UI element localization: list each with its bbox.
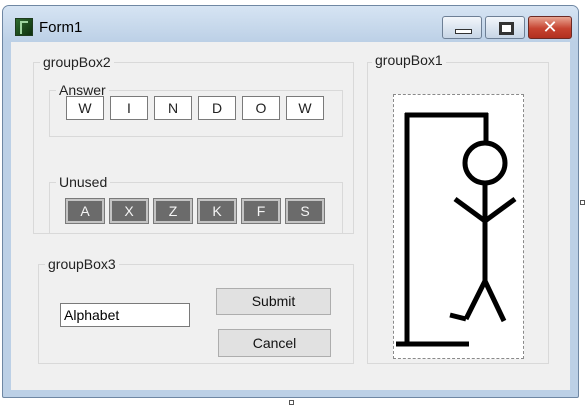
resize-handle-bottom[interactable] [289, 400, 294, 405]
unused-letter: S [285, 198, 325, 224]
window-title: Form1 [39, 19, 83, 36]
minimize-button[interactable] [442, 16, 482, 39]
cancel-button[interactable]: Cancel [218, 329, 331, 357]
groupbox1-title: groupBox1 [372, 52, 446, 68]
maximize-icon [499, 22, 514, 35]
unused-letter: F [241, 198, 281, 224]
hangman-left-foot [449, 312, 467, 322]
groupbox2-title: groupBox2 [40, 54, 114, 70]
answer-letter: O [242, 96, 280, 120]
unused-letter: A [65, 198, 105, 224]
hangman-left-arm [453, 196, 487, 224]
close-button[interactable]: ✕ [528, 16, 572, 39]
answer-letter: N [154, 96, 192, 120]
groupbox3: groupBox3 Submit Cancel [38, 256, 354, 364]
answer-group: Answer W I N D O W [49, 82, 343, 137]
unused-group-title: Unused [56, 174, 111, 190]
answer-letter: D [198, 96, 236, 120]
app-icon[interactable] [15, 18, 33, 36]
answer-letter: W [66, 96, 104, 120]
minimize-icon [455, 29, 472, 34]
hangman-right-leg [482, 279, 507, 323]
hangman-head [462, 140, 508, 186]
hangman-left-leg [463, 279, 488, 321]
unused-letter: K [197, 198, 237, 224]
groupbox2: groupBox2 Answer W I N D O W Unused A X … [33, 54, 354, 234]
maximize-button[interactable] [485, 16, 525, 39]
hangman-picturebox[interactable] [393, 94, 524, 359]
hangman-right-arm [483, 196, 517, 224]
groupbox1: groupBox1 [367, 52, 549, 364]
guess-input[interactable] [60, 303, 190, 327]
groupbox3-title: groupBox3 [45, 256, 119, 272]
hangman-drawing [396, 112, 517, 347]
unused-group: Unused A X Z K F S [49, 174, 343, 234]
answer-letter: W [286, 96, 324, 120]
close-icon: ✕ [542, 17, 558, 38]
form-client-area: groupBox2 Answer W I N D O W Unused A X … [11, 42, 570, 390]
resize-handle-right[interactable] [580, 200, 585, 205]
unused-letter: Z [153, 198, 193, 224]
title-bar[interactable]: Form1 ✕ [3, 6, 578, 42]
form1-window: Form1 ✕ groupBox2 Answer W I N D O W Unu… [2, 5, 579, 398]
submit-button[interactable]: Submit [216, 288, 331, 315]
answer-letter: I [110, 96, 148, 120]
unused-letter: X [109, 198, 149, 224]
